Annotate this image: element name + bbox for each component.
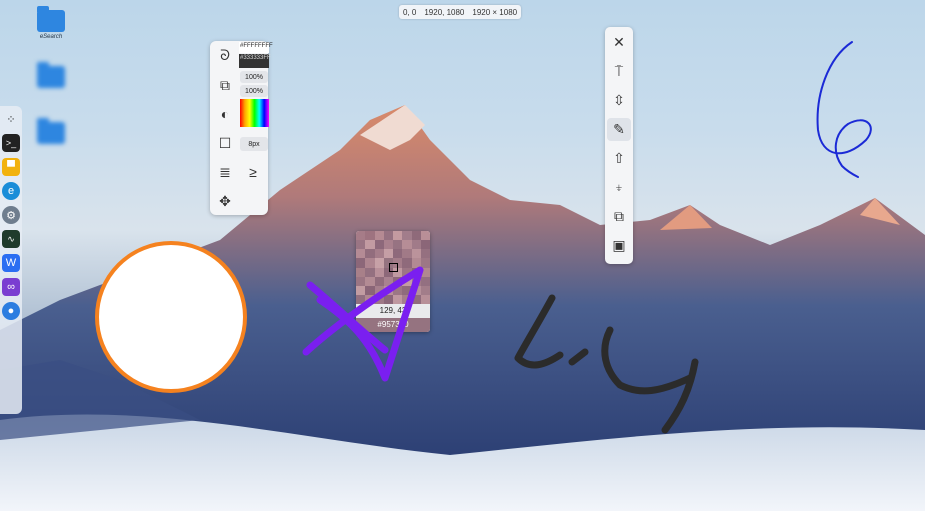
folder-icon	[37, 118, 65, 144]
close-icon[interactable]: ✕	[607, 31, 631, 54]
shape-tool-icon[interactable]: ⧉	[215, 75, 235, 95]
text-align-icon[interactable]: ≣	[215, 162, 235, 182]
rectangle-tool-icon[interactable]: ☐	[215, 133, 235, 153]
circle-annotation[interactable]	[95, 241, 247, 393]
terminal-icon[interactable]: >_	[2, 134, 20, 152]
ocr-text-icon[interactable]: ⍑	[607, 60, 631, 83]
app-dock: ⁘ >_ ▀ e ⚙ ∿ W ∞ ●	[0, 106, 22, 414]
monitor-icon[interactable]: ∿	[2, 230, 20, 248]
file-manager-icon[interactable]: ▀	[2, 158, 20, 176]
edge-icon[interactable]: e	[2, 182, 20, 200]
stroke-color-box[interactable]: #333333FF	[239, 54, 271, 68]
folder-icon	[37, 62, 65, 88]
wps-icon[interactable]: W	[2, 254, 20, 272]
magnifier-hex-color[interactable]: #957380	[356, 318, 430, 332]
magnifier-coordinate: 129, 43	[356, 304, 430, 318]
desktop-icon-label: eSearch	[39, 34, 63, 40]
desktop-icon-3[interactable]	[34, 118, 68, 144]
copy-icon[interactable]: ⧉	[607, 205, 631, 228]
mask-tool-icon[interactable]: ◐	[215, 104, 235, 124]
fill-color-box[interactable]: #FFFFFFFF	[239, 42, 273, 53]
save-icon[interactable]: ▣	[607, 234, 631, 257]
coordinate-readout: 0, 0 1920, 1080 1920 × 1080	[399, 5, 522, 19]
share-icon[interactable]: ⇧	[607, 147, 631, 170]
desktop-icon-esearch[interactable]: eSearch	[34, 6, 68, 40]
visual-studio-icon[interactable]: ∞	[2, 278, 20, 296]
folder-icon	[37, 6, 65, 32]
freehand-pen-icon[interactable]: ᘐ	[215, 45, 235, 65]
action-toolbar: ✕ ⍑ ⇳ ✎ ⇧ ⍖ ⧉ ▣	[605, 27, 633, 264]
origin-coord: 0, 0	[403, 7, 417, 17]
stroke-color-value: #333333FF	[240, 55, 271, 61]
magnifier-crosshair	[389, 263, 398, 272]
drawing-tools-panel: ᘐ ⧉ ◐ ☐ ≣ ✥ ≥ #FFFFFFFF #333333FF 100% 1…	[210, 41, 273, 215]
point-coord: 1920, 1080	[424, 7, 465, 17]
stroke-width[interactable]: 8px	[240, 137, 268, 151]
color-palette[interactable]	[240, 99, 269, 127]
desktop-icon-2[interactable]	[34, 62, 68, 88]
settings-icon[interactable]: ⚙	[2, 206, 20, 224]
move-tool-icon[interactable]: ✥	[215, 191, 235, 211]
more-icon[interactable]: ⁘	[2, 110, 20, 128]
stroke-opacity[interactable]: 100%	[240, 85, 268, 97]
pin-icon[interactable]: ⍖	[607, 176, 631, 199]
long-screenshot-icon[interactable]: ⇳	[607, 89, 631, 112]
fill-color-value: #FFFFFFFF	[240, 43, 273, 49]
chromium-icon[interactable]: ●	[2, 302, 20, 320]
pencil-icon[interactable]: ✎	[607, 118, 631, 141]
color-magnifier: 129, 43 #957380	[356, 231, 430, 332]
prompt-tool-icon[interactable]: ≥	[243, 162, 263, 182]
size-readout: 1920 × 1080	[472, 7, 518, 17]
fill-opacity[interactable]: 100%	[240, 71, 268, 83]
